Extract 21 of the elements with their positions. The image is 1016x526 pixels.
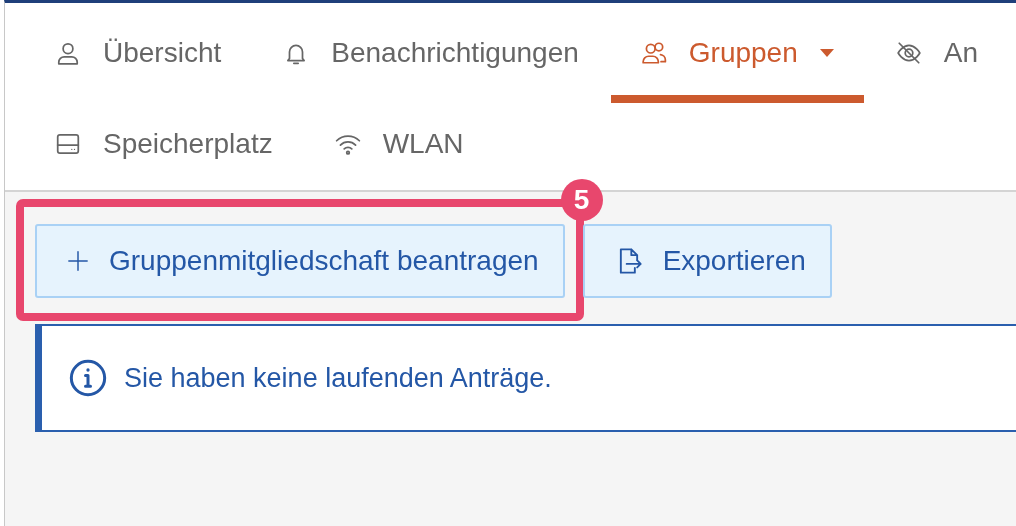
tab-label: WLAN [382, 128, 464, 160]
plus-icon [67, 250, 89, 272]
drive-icon [55, 131, 81, 157]
info-icon [68, 358, 108, 398]
request-membership-button[interactable]: Gruppenmitgliedschaft beantragen [35, 224, 565, 298]
tab-label: Übersicht [103, 37, 222, 69]
nav-tab[interactable]: An [895, 11, 978, 103]
export-button[interactable]: Exportieren [582, 224, 832, 298]
person-icon [55, 40, 81, 66]
people-icon [640, 40, 667, 66]
nav-tab[interactable]: Gruppen [610, 11, 864, 103]
tab-label: An [943, 37, 978, 69]
tab-label: Speicherplatz [103, 128, 273, 160]
nav-tab[interactable]: WLAN [334, 103, 464, 193]
eye-off-icon [895, 40, 922, 66]
nav-tab[interactable]: Benachrichtigungen [283, 11, 579, 103]
nav-tab[interactable]: Übersicht [55, 11, 222, 103]
tab-label: Benachrichtigungen [331, 37, 579, 69]
notice-text: Sie haben keine laufenden Anträge. [124, 362, 552, 394]
nav-tab[interactable]: Speicherplatz [55, 103, 273, 193]
tab-label: Gruppen [688, 37, 798, 69]
